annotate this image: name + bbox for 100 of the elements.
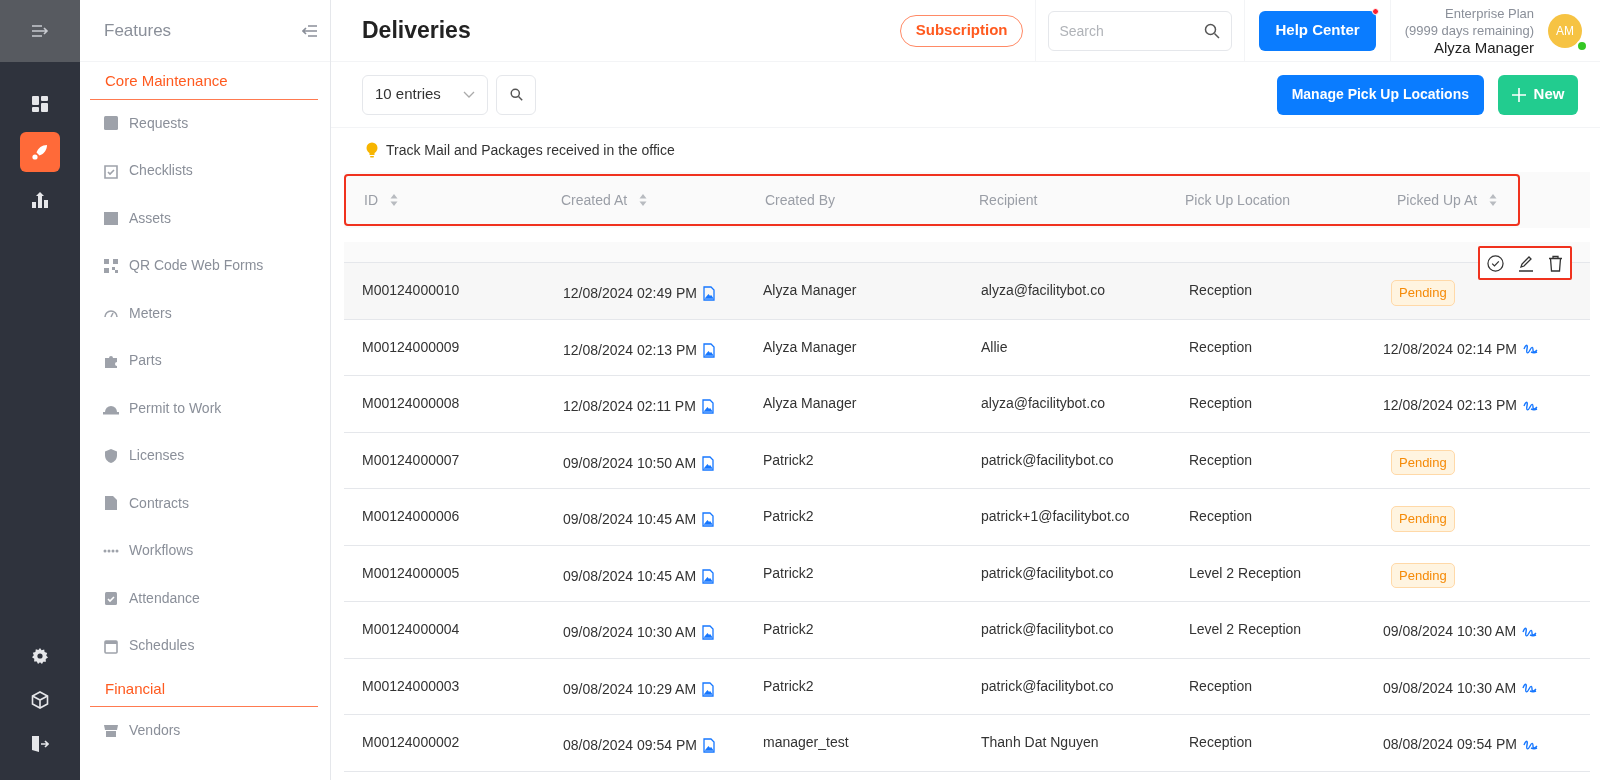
table-cell-text: M00124000004	[362, 620, 461, 640]
table-cell-text: Patrick2	[763, 563, 815, 583]
table-row[interactable]: M00124000010 12/08/2024 02:49 PM Alyza Manager alyza@facilitybot.co Reception Pending	[344, 263, 1590, 320]
table-cell-text: manager_test	[763, 733, 850, 753]
signature-icon[interactable]	[1522, 682, 1539, 695]
table-cell-text: patrick@facilitybot.co	[980, 620, 1115, 640]
image-file-icon[interactable]	[702, 455, 715, 471]
table-cell-text: Patrick2	[763, 507, 815, 527]
table-cell-text: patrick@facilitybot.co	[980, 563, 1115, 583]
sidebar-item[interactable]: Attendance	[90, 574, 318, 622]
image-file-icon[interactable]	[702, 681, 715, 697]
user-name: Alyza Manager	[1433, 39, 1534, 56]
search-icon	[1204, 22, 1221, 39]
status-badge: Pending	[1391, 280, 1455, 306]
check-circle-icon[interactable]	[1487, 254, 1504, 272]
dashboard-icon	[31, 95, 49, 113]
qr-code-icon	[103, 257, 119, 274]
table-cell-text: 08/08/2024 09:54 PM	[563, 736, 697, 756]
search-field[interactable]: Search	[1048, 10, 1233, 51]
expand-menu-icon[interactable]	[31, 24, 49, 38]
table-cell-text: Alyza Manager	[763, 394, 858, 414]
sidebar-item[interactable]: Permit to Work	[90, 384, 318, 432]
cube-icon	[31, 691, 49, 709]
column-header[interactable]: Pick Up Location	[1185, 189, 1291, 211]
table-cell-text: M00124000009	[362, 337, 461, 357]
sidebar-item[interactable]: Contracts	[90, 479, 318, 527]
table-cell-text: Patrick2	[763, 676, 815, 696]
nav-rail-button[interactable]	[20, 132, 60, 172]
sidebar-item[interactable]: Meters	[90, 289, 318, 337]
entries-select[interactable]: 10 entries	[362, 74, 488, 115]
table-cell-text: Reception	[1188, 450, 1254, 470]
image-file-icon[interactable]	[702, 738, 715, 754]
table-cell-text: 09/08/2024 10:29 AM	[563, 679, 697, 699]
box-icon	[103, 210, 119, 227]
image-file-icon[interactable]	[701, 399, 714, 415]
table-cell-text: M00124000007	[362, 450, 461, 470]
image-file-icon[interactable]	[702, 512, 715, 528]
section-title: Financial	[90, 677, 318, 707]
edit-icon[interactable]	[1518, 254, 1534, 272]
image-file-icon[interactable]	[702, 286, 715, 302]
image-file-icon[interactable]	[702, 568, 715, 584]
clipboard-check-icon	[103, 590, 119, 607]
column-header[interactable]: Created At	[561, 189, 628, 211]
table-cell-text: M00124000003	[362, 676, 461, 696]
sidebar-item[interactable]: Licenses	[90, 432, 318, 480]
column-header[interactable]: Recipient	[979, 189, 1038, 211]
sidebar-item[interactable]: Checklists	[90, 147, 318, 195]
page-title: Deliveries	[362, 16, 471, 46]
table-cell-text: M00124000008	[362, 394, 461, 414]
table-cell-text: 09/08/2024 10:30 AM	[1383, 678, 1517, 698]
sidebar-item[interactable]: QR Code Web Forms	[90, 242, 318, 290]
hint-text: Track Mail and Packages received in the office	[386, 140, 675, 160]
sidebar-item[interactable]: Assets	[90, 194, 318, 242]
bar-chart-icon	[31, 191, 49, 209]
table-cell-text: 08/08/2024 09:54 PM	[1383, 735, 1517, 755]
calendar-icon	[103, 637, 119, 654]
section-title: Core Maintenance	[90, 70, 318, 100]
collapse-menu-icon[interactable]	[302, 23, 318, 38]
sidebar-item[interactable]: Parts	[90, 337, 318, 385]
new-button[interactable]: New	[1498, 74, 1578, 115]
sidebar-item[interactable]: Requests	[90, 99, 318, 147]
sidebar-item[interactable]: Vendors	[90, 707, 318, 755]
table-cell-text: Reception	[1188, 507, 1254, 527]
plus-icon	[1511, 87, 1526, 102]
dotted-line-icon	[103, 548, 119, 553]
signature-icon[interactable]	[1522, 738, 1539, 751]
table-cell-text: 12/08/2024 02:13 PM	[563, 340, 697, 360]
column-header[interactable]: Created By	[765, 189, 836, 211]
table-cell-text: Level 2 Reception	[1188, 563, 1303, 583]
table-cell-text: Alyza Manager	[763, 281, 858, 301]
column-header[interactable]: Picked Up At	[1397, 189, 1478, 211]
signature-icon[interactable]	[1522, 399, 1539, 412]
signature-icon[interactable]	[1522, 343, 1539, 356]
help-center-button[interactable]: Help Center	[1259, 10, 1376, 51]
table-cell-text: M00124000002	[362, 733, 461, 753]
table-cell-text: patrick@facilitybot.co	[980, 676, 1115, 696]
table-cell-text: 12/08/2024 02:13 PM	[1383, 396, 1517, 416]
table-cell-text: patrick+1@facilitybot.co	[980, 507, 1131, 527]
delete-icon[interactable]	[1548, 254, 1563, 272]
plan-remaining: (9999 days remaining)	[1404, 22, 1534, 39]
table-cell-text: 09/08/2024 10:45 AM	[563, 566, 697, 586]
column-header[interactable]: ID	[364, 189, 378, 211]
storefront-icon	[103, 722, 119, 739]
signature-icon[interactable]	[1522, 625, 1539, 638]
settings-icon	[31, 647, 49, 665]
table-cell-text: alyza@facilitybot.co	[980, 394, 1106, 414]
table-cell-text: M00124000006	[362, 507, 461, 527]
table-cell-text: Patrick2	[763, 620, 815, 640]
rocket-icon	[31, 143, 49, 161]
table-cell-text: patrick@facilitybot.co	[980, 450, 1115, 470]
manage-locations-button[interactable]: Manage Pick Up Locations	[1276, 74, 1484, 115]
sidebar-item[interactable]: Schedules	[90, 622, 318, 670]
image-file-icon[interactable]	[702, 342, 715, 358]
search-button[interactable]	[496, 74, 536, 115]
table-cell-text: 09/08/2024 10:50 AM	[563, 453, 697, 473]
sidebar-item[interactable]: Workflows	[90, 527, 318, 575]
table-cell-text: M00124000005	[362, 563, 461, 583]
table-cell-text: 12/08/2024 02:49 PM	[563, 284, 697, 304]
image-file-icon[interactable]	[702, 625, 715, 641]
lightbulb-icon	[366, 142, 378, 158]
